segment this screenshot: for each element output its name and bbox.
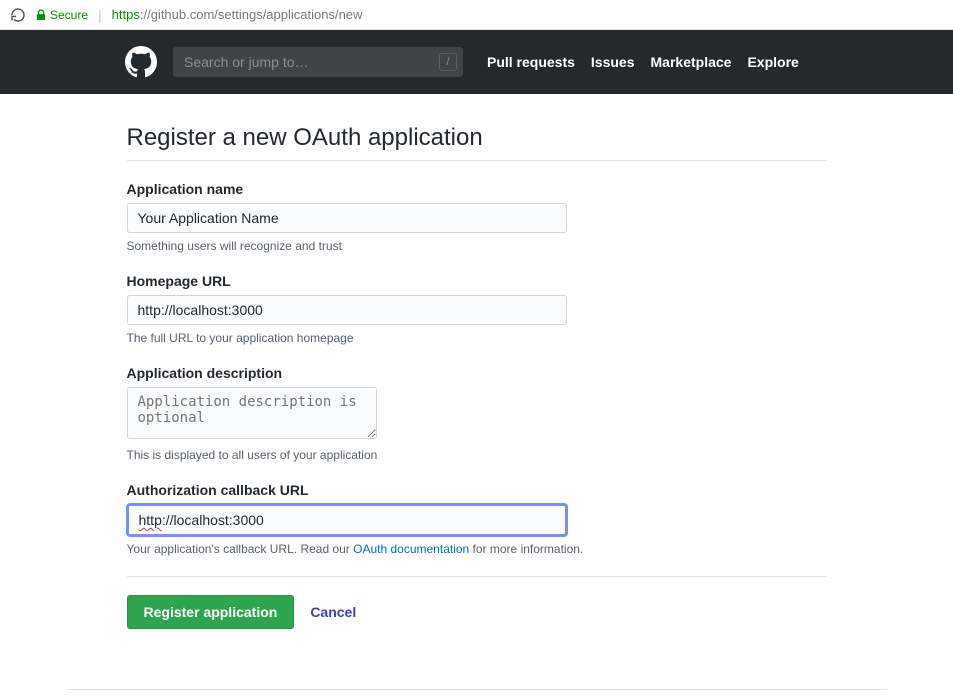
- callback-value-prefix: http: [139, 512, 162, 528]
- browser-address-bar: Secure | https://github.com/settings/app…: [0, 0, 953, 30]
- app-name-help: Something users will recognize and trust: [127, 239, 827, 253]
- description-textarea[interactable]: [127, 387, 377, 439]
- oauth-docs-link[interactable]: OAuth documentation: [353, 542, 469, 556]
- callback-help: Your application's callback URL. Read ou…: [127, 542, 827, 556]
- url-separator: |: [98, 7, 102, 23]
- lock-icon: [36, 9, 46, 21]
- form-actions: Register application Cancel: [127, 595, 827, 629]
- header-search: /: [173, 47, 463, 77]
- callback-input[interactable]: http://localhost:3000: [127, 504, 567, 536]
- search-hotkey-badge: /: [439, 53, 457, 71]
- github-logo-icon[interactable]: [125, 46, 157, 78]
- cancel-link[interactable]: Cancel: [310, 604, 356, 620]
- reload-icon[interactable]: [10, 7, 26, 23]
- app-name-label: Application name: [127, 181, 827, 197]
- main-content: Register a new OAuth application Applica…: [127, 94, 827, 669]
- secure-badge: Secure: [36, 8, 88, 22]
- app-name-input[interactable]: [127, 203, 567, 233]
- description-label: Application description: [127, 365, 827, 381]
- nav-issues[interactable]: Issues: [591, 54, 635, 70]
- nav-pull-requests[interactable]: Pull requests: [487, 54, 575, 70]
- homepage-label: Homepage URL: [127, 273, 827, 289]
- url-text[interactable]: https://github.com/settings/applications…: [112, 7, 363, 22]
- header-nav: Pull requests Issues Marketplace Explore: [487, 54, 799, 70]
- description-help: This is displayed to all users of your a…: [127, 448, 827, 462]
- callback-value-rest: ://localhost:3000: [162, 512, 264, 528]
- homepage-help: The full URL to your application homepag…: [127, 331, 827, 345]
- github-header: / Pull requests Issues Marketplace Explo…: [0, 30, 953, 94]
- field-homepage: Homepage URL The full URL to your applic…: [127, 273, 827, 345]
- field-description: Application description This is displaye…: [127, 365, 827, 462]
- secure-label: Secure: [50, 8, 88, 22]
- field-app-name: Application name Something users will re…: [127, 181, 827, 253]
- nav-marketplace[interactable]: Marketplace: [651, 54, 732, 70]
- actions-divider: Register application Cancel: [127, 576, 827, 629]
- callback-label: Authorization callback URL: [127, 482, 827, 498]
- field-callback: Authorization callback URL http://localh…: [127, 482, 827, 556]
- nav-explore[interactable]: Explore: [747, 54, 798, 70]
- search-input[interactable]: [173, 47, 463, 77]
- footer-rule: [67, 689, 887, 690]
- homepage-input[interactable]: [127, 295, 567, 325]
- page-title: Register a new OAuth application: [127, 124, 827, 161]
- register-button[interactable]: Register application: [127, 595, 295, 629]
